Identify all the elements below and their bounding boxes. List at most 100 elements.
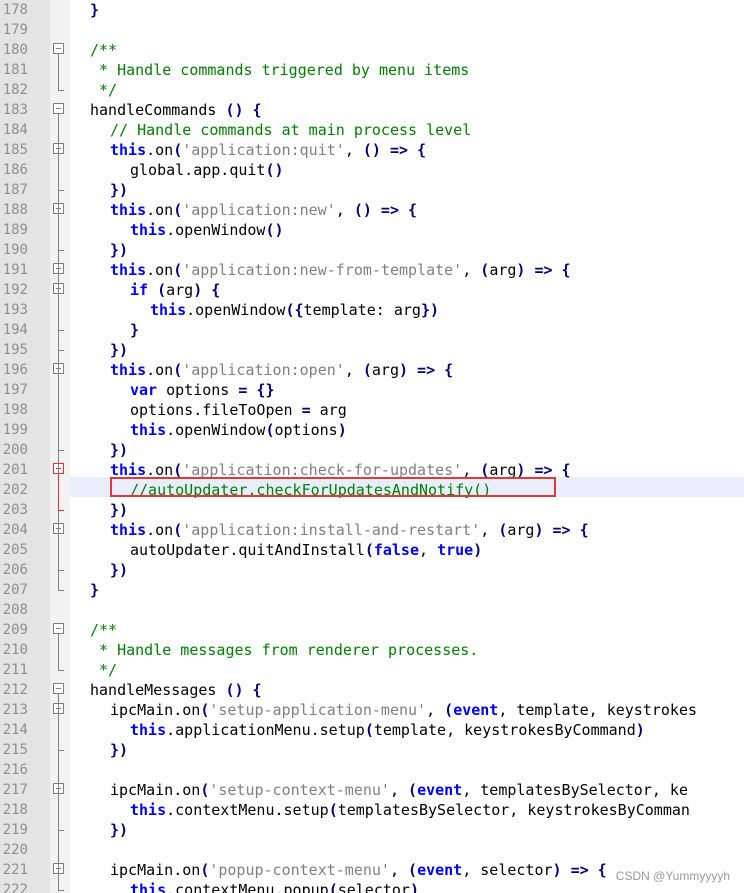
code-token: ) [409,881,419,893]
code-line[interactable]: 189 this.openWindow() [0,220,744,240]
code-line[interactable]: 199 this.openWindow(options) [0,420,744,440]
code-line[interactable]: 179 [0,20,744,40]
line-number: 190 [2,242,28,258]
code-token: template, keystrokesByCommand [373,721,636,739]
code-line[interactable]: 187}) [0,180,744,200]
code-token: ( [157,281,167,299]
code-line[interactable]: 200}) [0,440,744,460]
fold-guide [58,154,59,190]
code-line[interactable]: 216 [0,760,744,780]
code-token: arg [507,521,535,539]
code-token: arg [489,261,517,279]
code-line[interactable]: 186 global.app.quit() [0,160,744,180]
fold-guide-end [58,250,64,251]
fold-toggle-icon[interactable] [53,43,64,54]
code-token: .on [146,261,174,279]
code-token: ( [173,261,183,279]
code-line[interactable]: 196 this.on('application:open', (arg) => … [0,360,744,380]
code-text: this.openWindow() [130,220,284,240]
code-line[interactable]: 190}) [0,240,744,260]
code-line[interactable]: 213 ipcMain.on('setup-application-menu', … [0,700,744,720]
code-line[interactable]: 209 /** [0,620,744,640]
code-token: var [130,381,158,399]
code-line[interactable]: 198 options.fileToOpen = arg [0,400,744,420]
code-text: }) [110,340,128,360]
code-line[interactable]: 185 this.on('application:quit', () => { [0,140,744,160]
fold-toggle-icon[interactable] [53,683,64,694]
code-token: selector [337,881,410,893]
code-token: global.app.quit [130,161,266,179]
code-token: ( [173,521,183,539]
code-line[interactable]: 219}) [0,820,744,840]
code-line[interactable]: 202 //autoUpdater.checkForUpdatesAndNotif… [0,480,744,500]
code-line[interactable]: 218 this.contextMenu.setup(templatesBySel… [0,800,744,820]
line-number: 186 [2,162,28,178]
code-line[interactable]: 220 [0,840,744,860]
line-number: 222 [2,882,28,893]
code-line[interactable]: 203}) [0,500,744,520]
code-line[interactable]: 193 this.openWindow({template: arg}) [0,300,744,320]
code-line[interactable]: 205 autoUpdater.quitAndInstall(false, tru… [0,540,744,560]
code-token: , [462,261,481,279]
code-token: this [110,361,147,379]
fold-guide [58,474,59,510]
code-line[interactable]: 210 * Handle messages from renderer proc… [0,640,744,660]
code-text: * Handle commands triggered by menu item… [90,60,469,80]
code-line[interactable]: 197 var options = {} [0,380,744,400]
code-line[interactable]: 195}) [0,340,744,360]
code-token: this [150,301,187,319]
code-token: }) [420,301,439,319]
code-editor[interactable]: 178} 179 180/** 181 * Handle commands trigg… [0,0,744,893]
fold-guide-end [58,750,64,751]
code-token: , templatesBySelector, ke [462,781,688,799]
code-line[interactable]: 181 * Handle commands triggered by menu … [0,60,744,80]
code-token: false [373,541,419,559]
code-text: this.on('application:quit', () => { [110,140,426,160]
code-line[interactable]: 183 handleCommands () { [0,100,744,120]
code-line[interactable]: 194} [0,320,744,340]
fold-guide [58,714,59,750]
code-line[interactable]: 192 if (arg) { [0,280,744,300]
code-line[interactable]: 188 this.on('application:new', () => { [0,200,744,220]
code-line[interactable]: 182 */ [0,80,744,100]
code-line[interactable]: 217 ipcMain.on('setup-context-menu', (eve… [0,780,744,800]
code-line[interactable]: 214 this.applicationMenu.setup(template, … [0,720,744,740]
code-line[interactable]: 208 [0,600,744,620]
fold-toggle-icon[interactable] [53,103,64,114]
code-text: this.on('application:install-and-restart… [110,520,589,540]
code-line[interactable]: 201 this.on('application:check-for-update… [0,460,744,480]
code-line[interactable]: 178} [0,0,744,20]
line-number: 216 [2,762,28,778]
code-line[interactable]: 212 handleMessages () { [0,680,744,700]
code-line[interactable]: 206}) [0,560,744,580]
code-token: 'setup-context-menu' [209,781,390,799]
code-token: ) => { [516,461,571,479]
code-token: event [453,701,499,719]
code-text: this.openWindow(options) [130,420,347,440]
code-token: /** [90,41,118,59]
code-token: event [417,861,463,879]
code-line[interactable]: 180 /** [0,40,744,60]
code-line[interactable]: 211 */ [0,660,744,680]
code-line[interactable]: 184 // Handle commands at main process le… [0,120,744,140]
code-text: } [130,320,139,340]
code-line[interactable]: 215}) [0,740,744,760]
fold-toggle-icon[interactable] [53,623,64,634]
code-line[interactable]: 207} [0,580,744,600]
code-text: this.on('application:new', () => { [110,200,417,220]
code-token: ( [328,881,338,893]
code-token: ) => { [399,361,454,379]
code-token: ( [364,721,374,739]
line-number: 192 [2,282,28,298]
code-token: , [419,541,438,559]
code-token: ( [265,421,275,439]
code-line[interactable]: 191 this.on('application:new-from-templat… [0,260,744,280]
code-token: 'application:install-and-restart' [182,521,481,539]
code-token: this [110,201,147,219]
line-number: 221 [2,862,28,878]
code-line[interactable]: 204 this.on('application:install-and-rest… [0,520,744,540]
line-number: 213 [2,702,28,718]
code-token: }) [110,341,129,359]
line-number: 195 [2,342,28,358]
code-token: ) => { [534,521,589,539]
